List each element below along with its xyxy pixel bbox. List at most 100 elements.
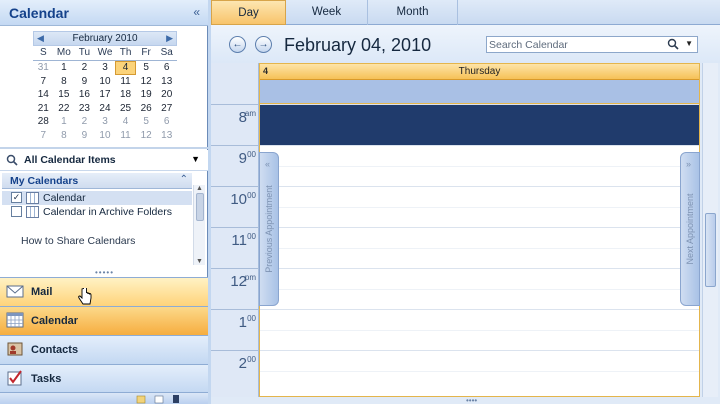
mini-calendar-day[interactable]: 20 [156,88,177,102]
time-slot[interactable] [260,309,699,350]
mini-calendar-day[interactable]: 1 [54,61,75,75]
nav-button-mail[interactable]: Mail [0,277,208,306]
vertical-scrollbar[interactable] [702,63,718,397]
resize-grip[interactable]: •••• [466,396,477,404]
mini-calendar-day[interactable]: 17 [95,88,116,102]
mini-calendar-day[interactable]: 6 [156,115,177,129]
scroll-thumb[interactable] [196,193,204,221]
search-options-dropdown[interactable]: ▼ [685,39,693,48]
previous-appointment-button[interactable]: « Previous Appointment [259,152,279,306]
mini-calendar-day[interactable]: 2 [74,61,95,75]
pane-resize-grip[interactable]: ••••• [95,268,114,277]
mini-calendar-day[interactable]: 13 [156,75,177,89]
search-icon[interactable] [667,38,679,50]
mini-calendar-day[interactable]: 6 [156,61,177,75]
divider [0,147,208,149]
mini-calendar-day[interactable]: 1 [54,115,75,129]
time-slot[interactable] [260,268,699,309]
next-month-arrow-icon[interactable]: ▶ [166,33,173,44]
share-calendars-link[interactable]: How to Share Calendars [21,235,135,247]
mini-calendar-day[interactable]: 11 [115,75,136,89]
mini-calendar-day[interactable]: 7 [33,129,54,143]
tab-day[interactable]: Day [211,0,286,25]
date-title: February 04, 2010 [284,35,432,55]
mini-calendar-day[interactable]: 2 [74,115,95,129]
mini-calendar-day[interactable]: 3 [95,61,116,75]
view-filter-icon [6,154,18,166]
mail-icon [6,285,24,298]
tab-week[interactable]: Week [286,0,368,25]
hour-number: 1 [238,314,247,331]
scroll-down-icon[interactable]: ▼ [196,258,203,265]
scroll-thumb[interactable] [705,213,716,287]
mini-calendar-day[interactable]: 31 [33,61,54,75]
hour-label: 9 00 [211,145,259,186]
mini-calendar-day[interactable]: 10 [95,75,116,89]
nav-button-calendar[interactable]: Calendar [0,306,208,335]
nav-button-tasks[interactable]: Tasks [0,364,208,393]
day-view: 8 am 9 00 10 00 11 00 12 pm 1 00 2 00 4 … [211,63,720,404]
nav-button-label: Contacts [31,344,79,356]
mini-calendar-day[interactable]: 24 [95,102,116,116]
mini-calendar-day[interactable]: 28 [33,115,54,129]
dropdown-arrow-icon[interactable]: ▼ [191,154,200,164]
prev-arrow-icon: « [265,159,271,169]
scroll-up-icon[interactable]: ▲ [196,185,203,192]
mini-calendar-day-selected[interactable]: 4 [115,61,136,75]
mini-calendar: ◀ February 2010 ▶ S Mo Tu We Th Fr Sa 31 1 2 3 4 5 6… [33,31,177,142]
my-calendars-header[interactable]: My Calendars ⌃ [2,173,192,189]
mini-calendar-day[interactable]: 8 [54,129,75,143]
calendar-list-item[interactable]: ✓ Calendar [2,191,192,205]
mini-calendar-day[interactable]: 25 [115,102,136,116]
time-slot[interactable] [260,186,699,227]
time-slot[interactable] [260,227,699,268]
mini-calendar-day[interactable]: 14 [33,88,54,102]
mini-calendar-day[interactable]: 12 [136,75,157,89]
all-day-event-band[interactable] [260,80,699,104]
mini-calendar-day[interactable]: 10 [95,129,116,143]
all-calendar-items-selector[interactable]: All Calendar Items ▼ [0,150,208,171]
mini-calendar-day[interactable]: 22 [54,102,75,116]
mini-calendar-day[interactable]: 27 [156,102,177,116]
mini-calendar-day[interactable]: 5 [136,115,157,129]
mini-calendar-day[interactable]: 12 [136,129,157,143]
weekday-label: Th [119,47,132,58]
mini-calendar-day[interactable]: 3 [95,115,116,129]
mini-calendar-day[interactable]: 11 [115,129,136,143]
previous-appointment-label: Previous Appointment [264,185,274,273]
collapse-nav-button[interactable]: « [193,5,200,19]
next-appointment-button[interactable]: » Next Appointment [680,152,700,306]
calendar-icon [26,192,39,204]
tab-month[interactable]: Month [368,0,458,25]
my-calendars-label: My Calendars [10,175,79,187]
mini-calendar-day[interactable]: 5 [136,61,157,75]
back-arrow-icon[interactable]: ← [229,36,246,53]
nav-button-contacts[interactable]: Contacts [0,335,208,364]
mini-calendar-day[interactable]: 26 [136,102,157,116]
time-slot[interactable] [260,145,699,186]
time-slot[interactable] [260,350,699,396]
mini-calendar-day[interactable]: 4 [115,115,136,129]
calendar-checkbox[interactable] [11,206,22,217]
mini-calendar-day[interactable]: 16 [74,88,95,102]
mini-calendar-day[interactable]: 21 [33,102,54,116]
hour-number: 9 [238,150,247,167]
search-input[interactable] [489,38,659,51]
calendar-list-item[interactable]: Calendar in Archive Folders [2,205,192,219]
day-header[interactable]: 4 Thursday [260,64,699,80]
time-slot-8am-selected[interactable] [260,104,699,145]
nav-button-label: Mail [31,286,53,298]
mini-calendar-day[interactable]: 9 [74,129,95,143]
mini-calendar-day[interactable]: 15 [54,88,75,102]
calendar-checkbox[interactable]: ✓ [11,192,22,203]
collapse-group-icon[interactable]: ⌃ [180,174,188,185]
mini-calendar-day[interactable]: 18 [115,88,136,102]
mini-calendar-day[interactable]: 8 [54,75,75,89]
mini-calendar-day[interactable]: 19 [136,88,157,102]
mini-calendar-day[interactable]: 13 [156,129,177,143]
nav-scrollbar[interactable]: ▲ ▼ [193,185,205,265]
mini-calendar-day[interactable]: 9 [74,75,95,89]
mini-calendar-day[interactable]: 23 [74,102,95,116]
forward-arrow-icon[interactable]: → [255,36,272,53]
mini-calendar-day[interactable]: 7 [33,75,54,89]
